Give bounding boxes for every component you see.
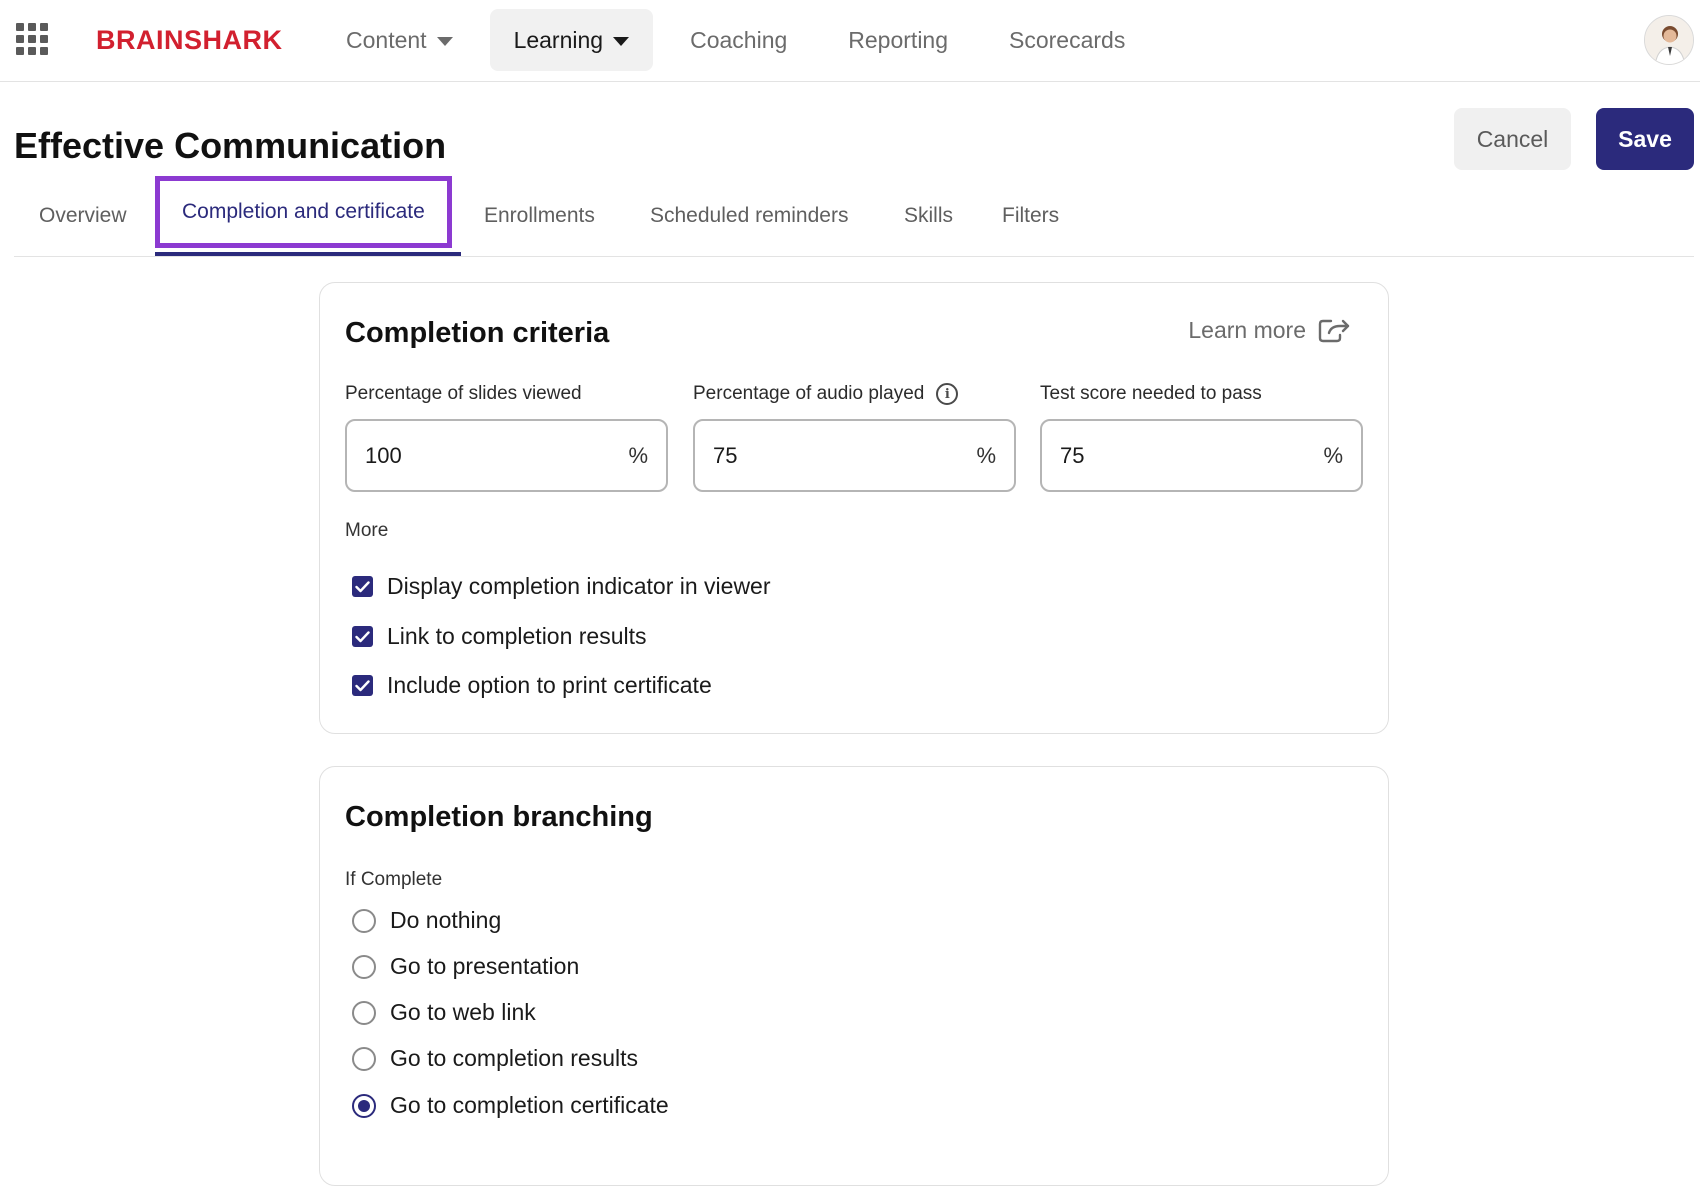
input-value: 100 — [365, 442, 402, 468]
percent-unit: % — [1323, 442, 1343, 468]
radio-go-to-presentation[interactable]: Go to presentation — [352, 953, 579, 980]
tab-bar: Overview Completion and certificate Enro… — [14, 176, 1694, 257]
card-title: Completion branching — [345, 801, 653, 833]
radio-go-to-web-link[interactable]: Go to web link — [352, 999, 536, 1026]
nav-item-reporting[interactable]: Reporting — [824, 9, 972, 71]
display-completion-indicator-checkbox[interactable]: Display completion indicator in viewer — [352, 573, 771, 600]
radio-unselected-icon[interactable] — [352, 1000, 376, 1025]
chevron-down-icon — [613, 36, 630, 46]
slides-viewed-label: Percentage of slides viewed — [345, 383, 582, 405]
tab-completion-and-certificate[interactable]: Completion and certificate — [155, 176, 452, 248]
radio-label: Go to web link — [390, 999, 536, 1025]
link-completion-results-checkbox[interactable]: Link to completion results — [352, 623, 647, 650]
nav-item-scorecards[interactable]: Scorecards — [985, 9, 1149, 71]
info-icon[interactable]: i — [936, 383, 959, 405]
nav-item-coaching[interactable]: Coaching — [666, 9, 811, 71]
checkbox-checked-icon[interactable] — [352, 675, 373, 696]
user-avatar[interactable] — [1644, 15, 1694, 65]
completion-criteria-card: Completion criteria Learn more Percentag… — [319, 282, 1389, 734]
cancel-button[interactable]: Cancel — [1454, 108, 1571, 170]
tab-overview[interactable]: Overview — [39, 176, 127, 256]
nav-item-learning[interactable]: Learning — [489, 9, 654, 71]
radio-label: Go to completion results — [390, 1045, 639, 1071]
chevron-down-icon — [436, 36, 453, 46]
tab-skills[interactable]: Skills — [904, 176, 953, 256]
card-title: Completion criteria — [345, 317, 610, 349]
tab-scheduled-reminders[interactable]: Scheduled reminders — [650, 176, 848, 256]
app-launcher-grid-icon[interactable] — [16, 23, 49, 56]
test-score-label: Test score needed to pass — [1040, 383, 1262, 405]
percent-unit: % — [628, 442, 648, 468]
audio-played-input[interactable]: 75 % — [693, 419, 1016, 492]
nav-item-content[interactable]: Content — [322, 9, 477, 71]
active-tab-indicator — [155, 252, 461, 256]
field-label-text: Percentage of slides viewed — [345, 383, 582, 404]
tab-filters[interactable]: Filters — [1002, 176, 1059, 256]
radio-unselected-icon[interactable] — [352, 954, 376, 979]
print-certificate-checkbox[interactable]: Include option to print certificate — [352, 672, 712, 699]
input-value: 75 — [1060, 442, 1085, 468]
radio-unselected-icon[interactable] — [352, 908, 376, 933]
if-complete-label: If Complete — [345, 869, 443, 890]
top-navigation-bar: BRAINSHARK Content Learning Coaching Rep… — [0, 0, 1700, 82]
nav-item-label: Learning — [513, 26, 604, 53]
radio-selected-icon[interactable] — [352, 1093, 376, 1118]
radio-go-to-completion-results[interactable]: Go to completion results — [352, 1045, 638, 1072]
avatar-person-icon — [1645, 16, 1693, 64]
learn-more-label: Learn more — [1188, 317, 1306, 343]
radio-go-to-completion-certificate[interactable]: Go to completion certificate — [352, 1092, 669, 1119]
radio-do-nothing[interactable]: Do nothing — [352, 907, 501, 934]
percent-unit: % — [976, 442, 996, 468]
checkbox-checked-icon[interactable] — [352, 576, 373, 597]
nav-item-label: Coaching — [690, 26, 788, 53]
completion-branching-card: Completion branching If Complete Do noth… — [319, 766, 1389, 1186]
brainshark-logo[interactable]: BRAINSHARK — [96, 24, 283, 56]
save-button[interactable]: Save — [1596, 108, 1694, 170]
checkbox-label: Include option to print certificate — [387, 672, 712, 698]
audio-played-label: Percentage of audio played i — [693, 383, 959, 405]
field-label-text: Test score needed to pass — [1040, 383, 1262, 404]
nav-item-label: Reporting — [848, 26, 949, 53]
external-link-icon — [1318, 319, 1350, 342]
checkbox-label: Display completion indicator in viewer — [387, 573, 771, 599]
page-title: Effective Communication — [14, 125, 447, 166]
radio-label: Do nothing — [390, 907, 502, 933]
radio-label: Go to presentation — [390, 953, 580, 979]
checkbox-checked-icon[interactable] — [352, 626, 373, 647]
learn-more-link[interactable]: Learn more — [1188, 317, 1350, 344]
slides-viewed-input[interactable]: 100 % — [345, 419, 668, 492]
tab-enrollments[interactable]: Enrollments — [484, 176, 595, 256]
nav-item-label: Content — [346, 26, 427, 53]
field-label-text: Percentage of audio played — [693, 383, 925, 404]
more-section-label: More — [345, 520, 389, 541]
radio-unselected-icon[interactable] — [352, 1046, 376, 1071]
checkbox-label: Link to completion results — [387, 623, 647, 649]
main-nav: Content Learning Coaching Reporting Scor… — [322, 9, 1162, 71]
test-score-input[interactable]: 75 % — [1040, 419, 1363, 492]
nav-item-label: Scorecards — [1009, 26, 1126, 53]
radio-label: Go to completion certificate — [390, 1092, 669, 1118]
input-value: 75 — [713, 442, 738, 468]
